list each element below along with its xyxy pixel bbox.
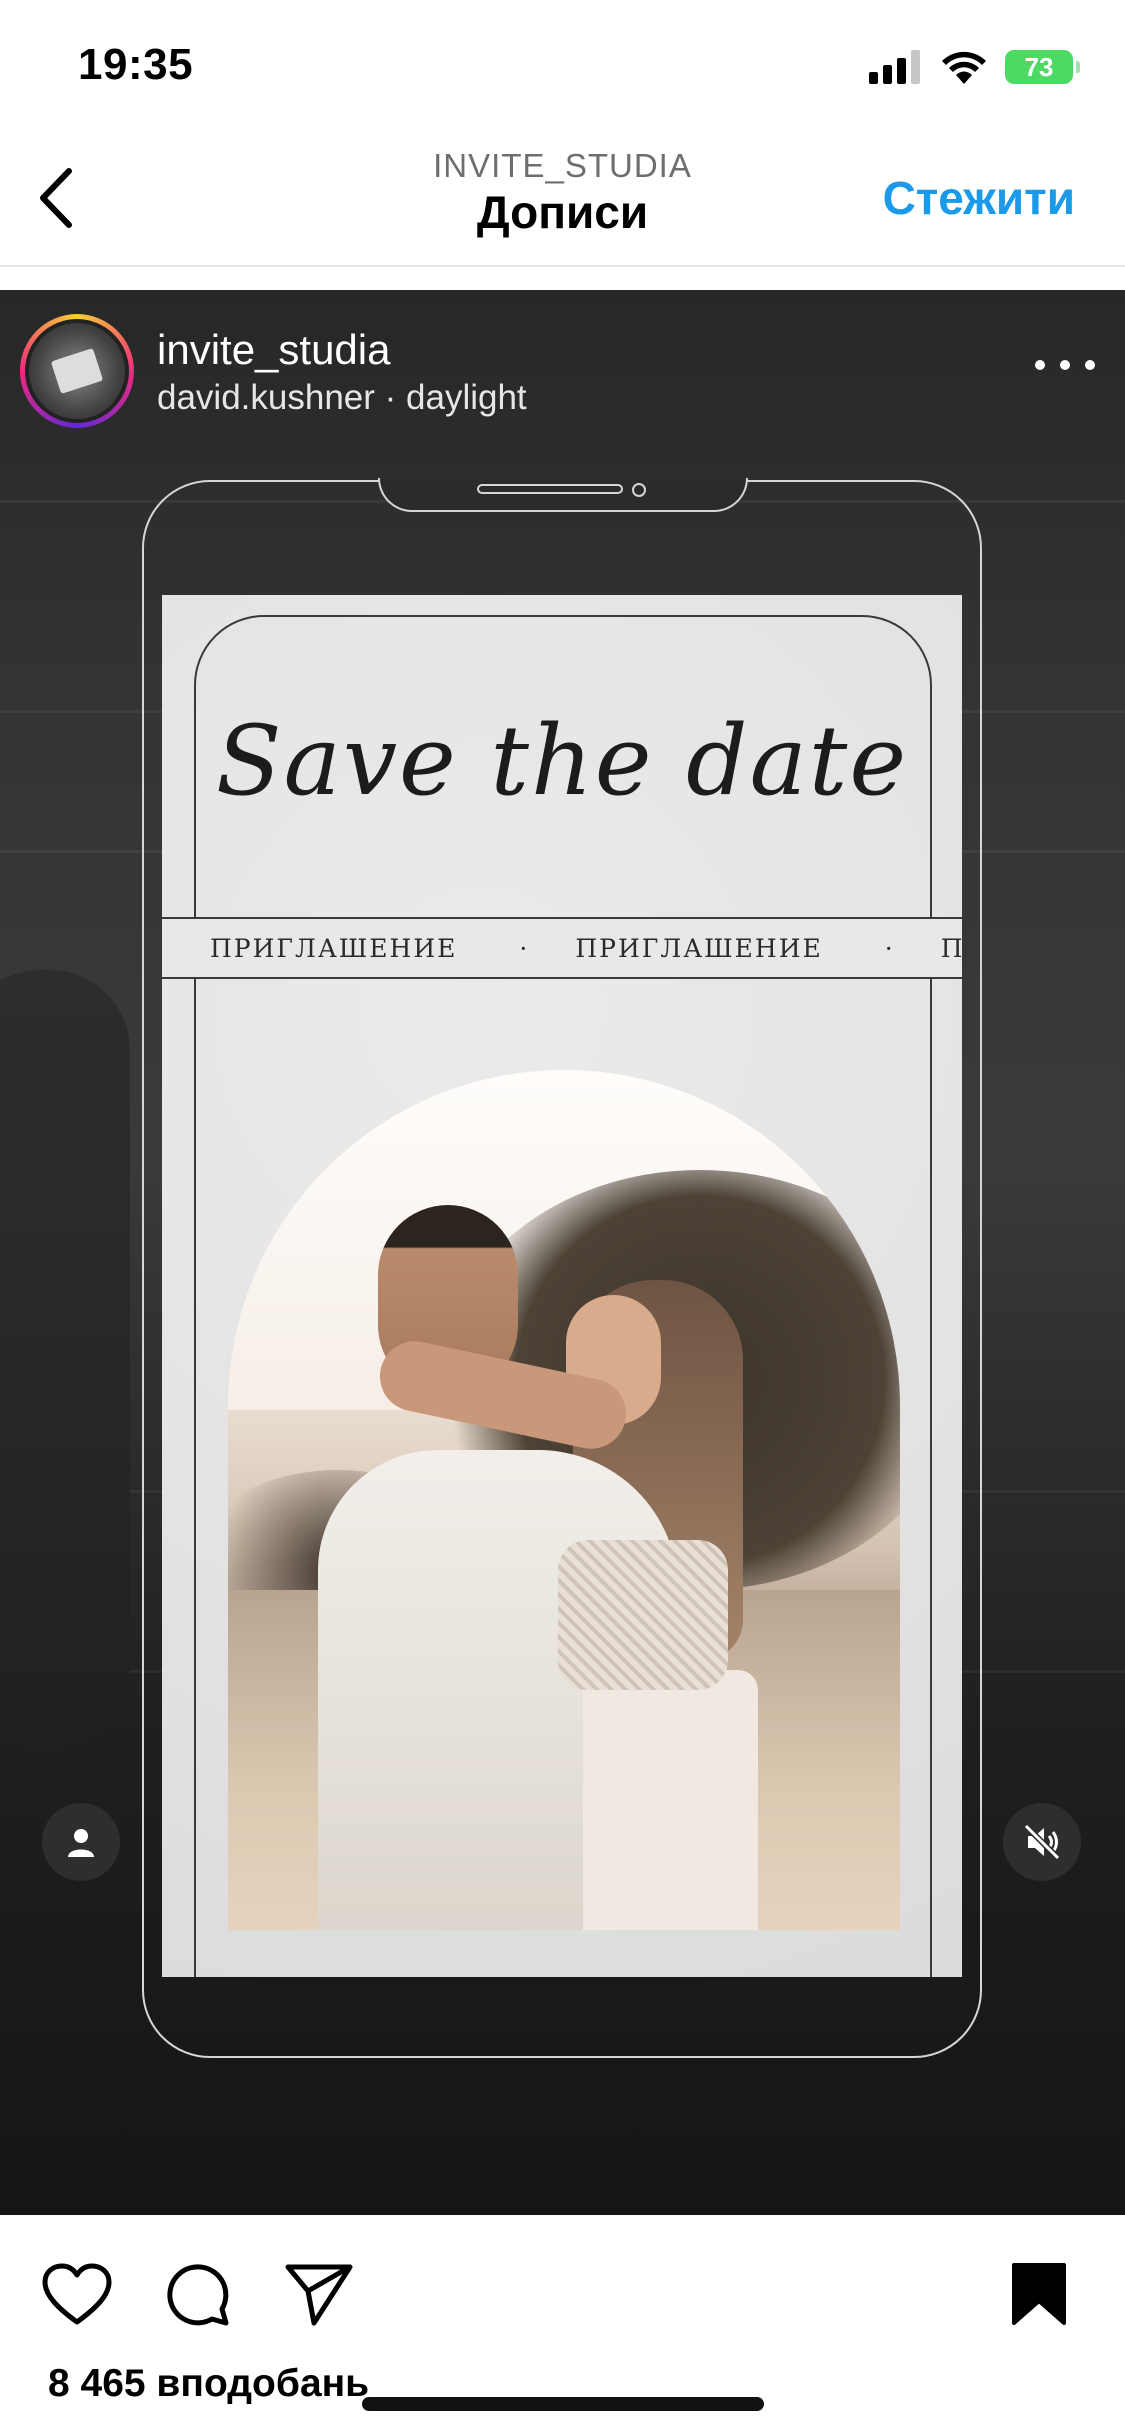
signal-icon <box>869 50 920 84</box>
ribbon-item: ПРИГЛАШЕНИЕ <box>575 933 823 963</box>
card-ribbon: ПРИГЛАШЕНИЕ · ПРИГЛАШЕНИЕ · П <box>162 917 962 979</box>
invitation-card: Save the date ПРИГЛАШЕНИЕ · ПРИГЛАШЕНИЕ … <box>162 595 962 1977</box>
home-indicator[interactable] <box>362 2397 764 2411</box>
avatar-note-image <box>50 348 104 394</box>
post-actions <box>0 2215 1125 2365</box>
post-media[interactable]: invite_studia david.kushner · daylight S… <box>0 290 1125 2215</box>
post-username[interactable]: invite_studia <box>157 326 390 374</box>
comment-button[interactable] <box>158 2255 236 2333</box>
like-button[interactable] <box>38 2255 116 2333</box>
post-header: invite_studia david.kushner · daylight <box>0 290 1125 428</box>
avatar <box>29 323 125 419</box>
battery-level: 73 <box>1024 51 1054 82</box>
bookmark-icon <box>1012 2263 1066 2325</box>
heart-icon <box>42 2263 112 2325</box>
send-icon <box>285 2264 353 2326</box>
more-dots-icon <box>1035 360 1045 370</box>
follow-button[interactable]: Стежити <box>883 171 1075 225</box>
ribbon-item: П <box>941 934 962 963</box>
ribbon-dot: · <box>884 933 893 963</box>
couple-photo <box>228 1070 900 1930</box>
post-audio[interactable]: david.kushner · daylight <box>157 378 527 418</box>
story-ring[interactable] <box>20 314 134 428</box>
status-time: 19:35 <box>78 40 194 89</box>
ribbon-item: ПРИГЛАШЕНИЕ <box>210 933 458 963</box>
wifi-icon <box>942 51 986 84</box>
user-tag-icon <box>68 1829 94 1857</box>
likes-count[interactable]: 8 465 вподобань <box>48 2362 369 2406</box>
share-button[interactable] <box>280 2255 358 2333</box>
nav-header: INVITE_STUDIA Дописи Стежити <box>0 135 1125 267</box>
battery-charging-icon: 73 <box>1005 50 1080 84</box>
background-figure <box>0 970 130 1750</box>
status-icons: 73 <box>869 50 1080 84</box>
tags-button[interactable] <box>42 1803 120 1881</box>
status-bar: 19:35 73 <box>0 0 1125 135</box>
save-button[interactable] <box>1000 2255 1078 2333</box>
mute-button[interactable] <box>1003 1803 1081 1881</box>
speaker-muted-icon <box>1023 1823 1061 1861</box>
ribbon-dot: · <box>519 933 528 963</box>
phone-speaker <box>477 484 623 494</box>
card-headline: Save the date <box>215 705 909 817</box>
more-options-button[interactable] <box>1035 350 1095 380</box>
phone-camera <box>632 483 646 497</box>
comment-icon <box>167 2264 229 2326</box>
